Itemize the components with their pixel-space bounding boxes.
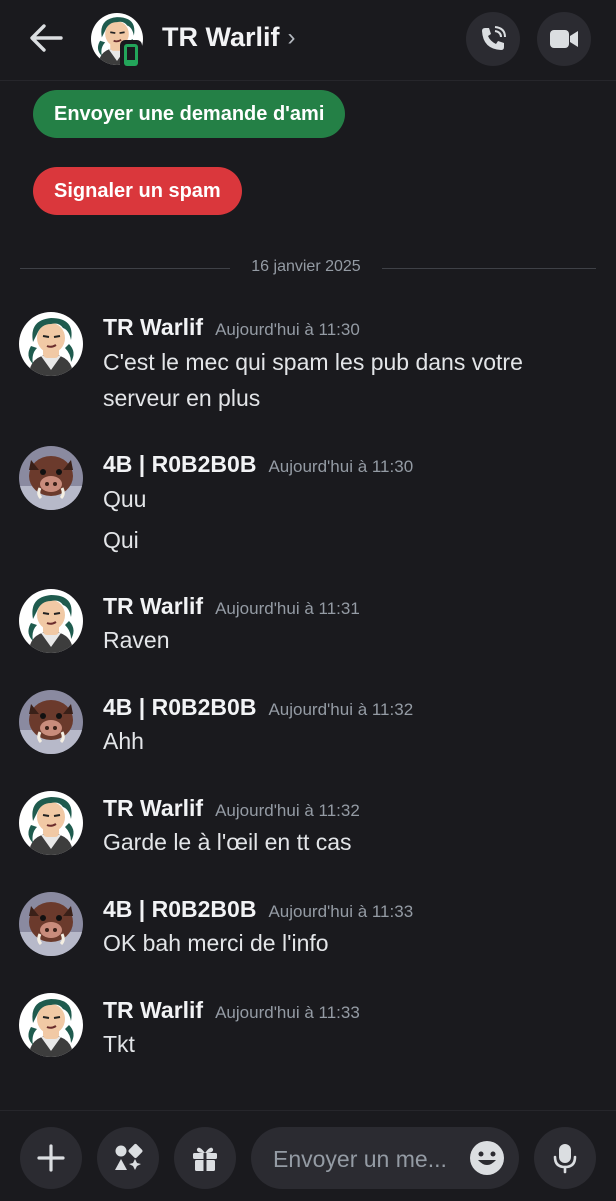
avatar[interactable] xyxy=(19,312,83,376)
message-line: serveur en plus xyxy=(103,385,261,411)
timestamp: Aujourd'hui à 11:32 xyxy=(215,801,360,820)
message-line: Qui xyxy=(103,527,139,553)
voice-call-button[interactable] xyxy=(466,12,520,66)
report-spam-button[interactable]: Signaler un spam xyxy=(33,167,242,215)
message-line: Garde le à l'œil en tt cas xyxy=(103,829,352,855)
attach-button[interactable] xyxy=(20,1127,82,1189)
avatar[interactable] xyxy=(19,892,83,956)
author-name[interactable]: TR Warlif xyxy=(103,997,203,1024)
gift-button[interactable] xyxy=(174,1127,236,1189)
message-text[interactable]: Tkt xyxy=(103,1026,583,1062)
message-text[interactable]: Quu xyxy=(103,481,583,517)
avatar[interactable] xyxy=(19,791,83,855)
divider-line xyxy=(382,268,596,269)
message-input-wrapper xyxy=(251,1127,519,1191)
avatar[interactable] xyxy=(19,993,83,1057)
back-button[interactable] xyxy=(22,16,70,60)
phone-icon xyxy=(482,26,506,50)
timestamp: Aujourd'hui à 11:31 xyxy=(215,599,360,618)
author-name[interactable]: TR Warlif xyxy=(103,795,203,822)
timestamp: Aujourd'hui à 11:32 xyxy=(268,700,414,719)
header-title[interactable]: TR Warlif › xyxy=(162,22,296,53)
timestamp: Aujourd'hui à 11:30 xyxy=(215,320,360,339)
author-name[interactable]: TR Warlif xyxy=(103,593,203,620)
message-text[interactable]: Ahh xyxy=(103,723,583,759)
voice-message-button[interactable] xyxy=(534,1127,596,1189)
message-input[interactable] xyxy=(271,1127,465,1191)
author-name[interactable]: 4B | R0B2B0B xyxy=(103,694,256,721)
message-text[interactable]: Garde le à l'œil en tt cas xyxy=(103,824,583,860)
author-name[interactable]: 4B | R0B2B0B xyxy=(103,896,256,923)
message-text[interactable]: Qui xyxy=(103,522,583,558)
timestamp: Aujourd'hui à 11:30 xyxy=(268,457,414,476)
message-text[interactable]: Raven xyxy=(103,622,583,658)
chevron-right-icon: › xyxy=(287,23,296,51)
timestamp: Aujourd'hui à 11:33 xyxy=(215,1003,360,1022)
date-divider: 16 janvier 2025 xyxy=(20,258,596,278)
timestamp: Aujourd'hui à 11:33 xyxy=(268,902,414,921)
header-avatar[interactable] xyxy=(90,12,144,70)
message-composer xyxy=(0,1110,616,1201)
send-friend-request-button[interactable]: Envoyer une demande d'ami xyxy=(33,90,346,138)
emoji-icon[interactable] xyxy=(469,1140,505,1176)
author-name[interactable]: TR Warlif xyxy=(103,314,203,341)
gift-icon xyxy=(193,1147,217,1171)
message-text[interactable]: OK bah merci de l'info xyxy=(103,925,583,961)
message-line: OK bah merci de l'info xyxy=(103,930,329,956)
video-call-button[interactable] xyxy=(537,12,591,66)
divider-date: 16 janvier 2025 xyxy=(251,258,361,275)
message-line: C'est le mec qui spam les pub dans votre xyxy=(103,349,523,375)
plus-icon xyxy=(37,1144,65,1172)
chat-header: TR Warlif › xyxy=(0,0,616,81)
apps-icon xyxy=(115,1144,143,1170)
message-line: Tkt xyxy=(103,1031,135,1057)
message-line: Raven xyxy=(103,627,170,653)
apps-button[interactable] xyxy=(97,1127,159,1189)
author-name[interactable]: 4B | R0B2B0B xyxy=(103,451,256,478)
video-camera-icon xyxy=(550,30,578,48)
avatar[interactable] xyxy=(19,589,83,653)
message-line: Ahh xyxy=(103,728,144,754)
divider-line xyxy=(20,268,230,269)
message-text[interactable]: C'est le mec qui spam les pub dans votre… xyxy=(103,344,583,416)
avatar[interactable] xyxy=(19,690,83,754)
arrow-left-icon xyxy=(30,24,63,52)
message-line: Quu xyxy=(103,486,147,512)
avatar[interactable] xyxy=(19,446,83,510)
microphone-icon xyxy=(553,1144,577,1174)
contact-name: TR Warlif xyxy=(162,22,280,52)
